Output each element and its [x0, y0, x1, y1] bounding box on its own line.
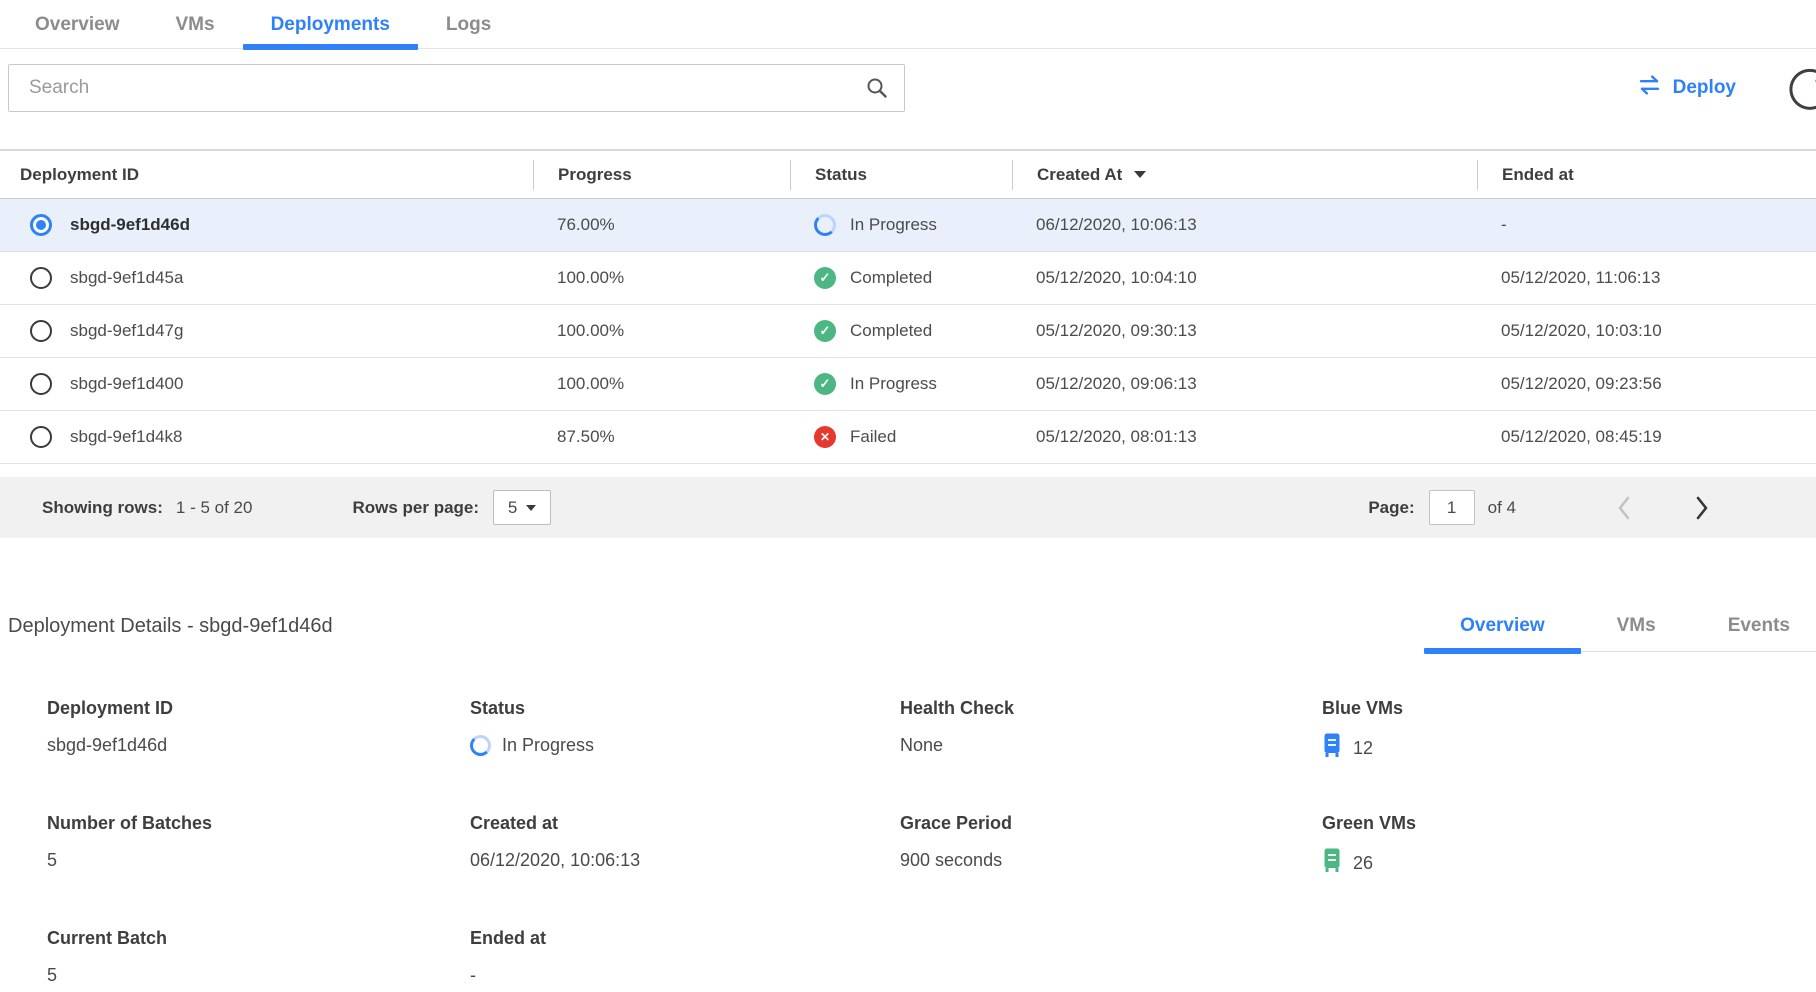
field-number-of-batches: Number of Batches 5 [47, 813, 470, 878]
search-box [8, 64, 905, 112]
status-label: Completed [850, 268, 932, 288]
details-tab-bar: Overview VMs Events [1424, 600, 1816, 652]
deployment-details-header: Deployment Details - sbgd-9ef1d46d Overv… [0, 600, 1816, 652]
row-radio[interactable] [30, 426, 52, 448]
field-current-batch: Current Batch 5 [47, 928, 470, 987]
progress-cell: 87.50% [533, 427, 790, 447]
deployment-id: sbgd-9ef1d45a [70, 268, 183, 288]
field-created-at: Created at 06/12/2020, 10:06:13 [470, 813, 900, 878]
field-grace-period: Grace Period 900 seconds [900, 813, 1322, 878]
deployment-details-grid: Deployment ID sbgd-9ef1d46d Status In Pr… [0, 698, 1816, 987]
page-number-input[interactable] [1429, 490, 1475, 525]
tab-label: VMs [176, 14, 215, 36]
tab-label: Overview [35, 14, 120, 36]
rows-per-page-select[interactable]: 5 [493, 490, 551, 525]
table-row[interactable]: sbgd-9ef1d4k8 87.50% Failed 05/12/2020, … [0, 411, 1816, 464]
status-label: In Progress [850, 374, 937, 394]
in-progress-spinner-icon [814, 214, 836, 236]
row-radio[interactable] [30, 267, 52, 289]
deployment-id: sbgd-9ef1d46d [70, 215, 190, 235]
deployment-details-title: Deployment Details - sbgd-9ef1d46d [0, 600, 333, 652]
details-tab-overview[interactable]: Overview [1424, 600, 1581, 651]
created-at-cell: 05/12/2020, 10:04:10 [1012, 268, 1477, 288]
check-circle-icon [814, 320, 836, 342]
pagination: Page: of 4 [1368, 490, 1710, 525]
status-label: Completed [850, 321, 932, 341]
search-icon [865, 76, 889, 105]
details-tab-vms[interactable]: VMs [1581, 600, 1692, 651]
sort-descending-icon [1134, 171, 1146, 178]
table-row[interactable]: sbgd-9ef1d47g 100.00% Completed 05/12/20… [0, 305, 1816, 358]
blue-vm-server-icon [1322, 733, 1342, 763]
ended-at-cell: 05/12/2020, 11:06:13 [1477, 268, 1816, 288]
chevron-down-icon [526, 505, 536, 511]
deployment-id: sbgd-9ef1d4k8 [70, 427, 182, 447]
row-radio-selected[interactable] [30, 214, 52, 236]
in-progress-spinner-icon [470, 735, 491, 756]
deployment-id: sbgd-9ef1d400 [70, 374, 183, 394]
column-header-deployment-id: Deployment ID [0, 160, 533, 190]
created-at-cell: 05/12/2020, 09:30:13 [1012, 321, 1477, 341]
status-label: In Progress [850, 215, 937, 235]
rows-per-page-group: Rows per page: 5 [352, 490, 551, 525]
table-header: Deployment ID Progress Status Created At… [0, 149, 1816, 199]
showing-rows-value: 1 - 5 of 20 [176, 498, 253, 518]
field-health-check: Health Check None [900, 698, 1322, 763]
table-row[interactable]: sbgd-9ef1d46d 76.00% In Progress 06/12/2… [0, 199, 1816, 252]
green-vm-server-icon [1322, 848, 1342, 878]
progress-cell: 100.00% [533, 374, 790, 394]
tab-overview[interactable]: Overview [7, 0, 148, 49]
page-total: of 4 [1488, 498, 1516, 518]
status-label: Failed [850, 427, 896, 447]
created-at-cell: 05/12/2020, 09:06:13 [1012, 374, 1477, 394]
ended-at-cell: - [1477, 215, 1816, 235]
page-label: Page: [1368, 498, 1414, 518]
created-at-cell: 05/12/2020, 08:01:13 [1012, 427, 1477, 447]
field-status: Status In Progress [470, 698, 900, 763]
created-at-cell: 06/12/2020, 10:06:13 [1012, 215, 1477, 235]
refresh-icon[interactable] [1788, 66, 1816, 110]
next-page-button[interactable] [1694, 495, 1710, 521]
tab-vms[interactable]: VMs [148, 0, 243, 49]
details-tab-events[interactable]: Events [1692, 600, 1816, 651]
column-header-ended-at: Ended at [1477, 160, 1816, 190]
progress-cell: 100.00% [533, 268, 790, 288]
table-row[interactable]: sbgd-9ef1d45a 100.00% Completed 05/12/20… [0, 252, 1816, 305]
deployments-table: Deployment ID Progress Status Created At… [0, 149, 1816, 538]
ended-at-cell: 05/12/2020, 08:45:19 [1477, 427, 1816, 447]
toolbar: Deploy [0, 64, 1816, 112]
field-blue-vms: Blue VMs 12 [1322, 698, 1816, 763]
column-header-status: Status [790, 160, 1012, 190]
deploy-swap-arrows-icon [1637, 75, 1662, 101]
tab-label: Logs [446, 14, 491, 36]
deployment-id: sbgd-9ef1d47g [70, 321, 183, 341]
search-input[interactable] [8, 64, 905, 112]
check-circle-icon [814, 373, 836, 395]
progress-cell: 100.00% [533, 321, 790, 341]
column-header-progress: Progress [533, 160, 790, 190]
ended-at-cell: 05/12/2020, 09:23:56 [1477, 374, 1816, 394]
tab-logs[interactable]: Logs [418, 0, 519, 49]
ended-at-cell: 05/12/2020, 10:03:10 [1477, 321, 1816, 341]
column-header-created-at[interactable]: Created At [1012, 160, 1477, 190]
x-circle-icon [814, 426, 836, 448]
field-green-vms: Green VMs 26 [1322, 813, 1816, 878]
showing-rows-label: Showing rows: [42, 498, 163, 518]
table-footer: Showing rows: 1 - 5 of 20 Rows per page:… [0, 477, 1816, 538]
row-radio[interactable] [30, 320, 52, 342]
row-radio[interactable] [30, 373, 52, 395]
deploy-button[interactable]: Deploy [1631, 74, 1742, 102]
table-row[interactable]: sbgd-9ef1d400 100.00% In Progress 05/12/… [0, 358, 1816, 411]
tab-label: Deployments [271, 14, 390, 36]
field-ended-at: Ended at - [470, 928, 900, 987]
top-tab-bar: Overview VMs Deployments Logs [0, 0, 1816, 49]
deploy-label: Deploy [1673, 77, 1736, 99]
field-deployment-id: Deployment ID sbgd-9ef1d46d [47, 698, 470, 763]
tab-deployments[interactable]: Deployments [243, 0, 418, 49]
rows-per-page-value: 5 [508, 498, 517, 518]
progress-cell: 76.00% [533, 215, 790, 235]
rows-per-page-label: Rows per page: [352, 498, 479, 518]
previous-page-button[interactable] [1616, 495, 1632, 521]
check-circle-icon [814, 267, 836, 289]
